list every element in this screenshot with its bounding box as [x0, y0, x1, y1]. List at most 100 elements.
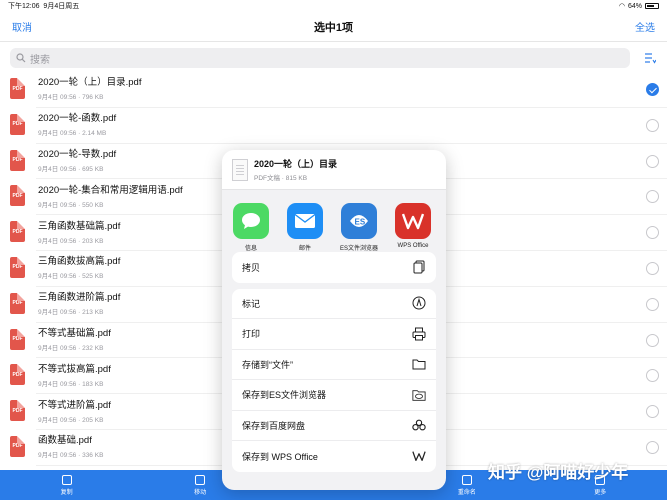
action-label: 拷贝: [242, 262, 261, 273]
share-file-header: 2020一轮（上）目录 PDF文稿 · 815 KB: [222, 150, 446, 190]
action-label: 保存到ES文件浏览器: [242, 390, 327, 401]
pdf-file-icon: PDF: [10, 435, 25, 457]
file-meta: 9月4日 09:56 · 336 KB: [38, 452, 104, 460]
baidu-icon: [412, 418, 426, 432]
status-time-date: 下午12:06 9月4日周五: [8, 1, 79, 11]
action-print[interactable]: 打印: [232, 319, 436, 350]
file-meta: 9月4日 09:56 · 183 KB: [38, 380, 104, 388]
rename-label: 重命名: [457, 489, 476, 496]
unselected-circle-icon[interactable]: [646, 297, 659, 311]
rename-icon: [461, 474, 472, 485]
unselected-circle-icon[interactable]: [646, 369, 659, 383]
sort-icon[interactable]: [643, 52, 657, 64]
share-file-subtitle: PDF文稿 · 815 KB: [254, 175, 308, 182]
unselected-circle-icon[interactable]: [646, 118, 659, 132]
unselected-circle-icon[interactable]: [646, 405, 659, 419]
pdf-file-icon: PDF: [10, 364, 25, 386]
select-all-button[interactable]: 全选: [635, 19, 655, 34]
action-label: 存储到“文件”: [242, 359, 293, 370]
copy-icon: [61, 474, 72, 485]
file-name: 函数基础.pdf: [38, 435, 92, 447]
move-label: 移动: [194, 489, 207, 496]
search-icon: [16, 53, 26, 63]
pdf-file-icon: PDF: [10, 149, 25, 171]
pdf-file-icon: PDF: [10, 400, 25, 422]
action-save-to-baidu[interactable]: 保存到百度网盘: [232, 411, 436, 441]
file-name: 不等式基础篇.pdf: [38, 327, 111, 339]
unselected-circle-icon[interactable]: [646, 261, 659, 275]
pdf-file-icon: PDF: [10, 78, 25, 99]
pdf-file-icon: PDF: [10, 292, 25, 314]
share-app-row: 信息 邮件 ES ES文件浏览器 WPS Office: [222, 190, 446, 252]
file-row[interactable]: PDF 2020一轮（上）目录.pdf 9月4日 09:56 · 796 KB: [10, 72, 667, 108]
share-actions-group: 标记 打印 存储到“文件” 保存到ES文件浏览器 保存到百度网盘 保存到 WPS…: [232, 288, 436, 472]
pdf-file-icon: PDF: [10, 221, 25, 243]
action-save-to-files[interactable]: 存储到“文件”: [232, 350, 436, 380]
status-bar: 下午12:06 9月4日周五 ◠ 64%: [0, 0, 667, 12]
selected-check-icon[interactable]: [646, 83, 659, 96]
file-name: 三角函数基础篇.pdf: [38, 220, 121, 232]
action-save-to-wps[interactable]: 保存到 WPS Office: [232, 441, 436, 472]
share-actions-group: 拷贝: [232, 252, 436, 283]
file-meta: 9月4日 09:56 · 796 KB: [38, 94, 104, 102]
battery-icon: [645, 3, 659, 9]
messages-icon: [233, 203, 269, 239]
es-save-icon: [412, 388, 426, 402]
wps-save-icon: [412, 449, 426, 463]
markup-icon: [412, 296, 426, 310]
copy-button[interactable]: 复制: [37, 474, 97, 496]
share-file-title: 2020一轮（上）目录: [254, 159, 338, 169]
share-app-messages[interactable]: 信息: [232, 203, 270, 252]
navigation-bar: 取消 选中1项 全选: [0, 12, 667, 42]
share-app-mail[interactable]: 邮件: [286, 203, 324, 252]
action-copy[interactable]: 拷贝: [232, 252, 436, 283]
print-icon: [412, 327, 426, 341]
action-label: 保存到 WPS Office: [242, 451, 318, 462]
search-placeholder: 搜索: [30, 54, 50, 66]
unselected-circle-icon[interactable]: [646, 333, 659, 347]
file-name: 三角函数拔高篇.pdf: [38, 256, 121, 268]
share-app-wps[interactable]: WPS Office: [394, 203, 432, 249]
watermark: 知乎 @阿喵好少年: [488, 463, 629, 482]
move-icon: [195, 474, 206, 485]
file-meta: 9月4日 09:56 · 205 KB: [38, 416, 104, 424]
file-meta: 9月4日 09:56 · 232 KB: [38, 344, 104, 352]
pdf-file-icon: PDF: [10, 328, 25, 350]
unselected-circle-icon[interactable]: [646, 226, 659, 240]
cancel-button[interactable]: 取消: [12, 19, 32, 34]
share-app-es[interactable]: ES ES文件浏览器: [340, 203, 378, 252]
file-meta: 9月4日 09:56 · 550 KB: [38, 201, 104, 209]
status-right: ◠ 64%: [619, 2, 659, 10]
app-label: 邮件: [298, 246, 311, 252]
file-meta: 9月4日 09:56 · 695 KB: [38, 165, 104, 173]
file-name: 2020一轮（上）目录.pdf: [38, 77, 142, 89]
file-name: 不等式拔高篇.pdf: [38, 363, 111, 375]
status-time: 下午12:06: [8, 3, 40, 10]
action-markup[interactable]: 标记: [232, 289, 436, 319]
share-sheet: 2020一轮（上）目录 PDF文稿 · 815 KB 信息 邮件 ES ES文件…: [222, 150, 446, 490]
action-label: 打印: [242, 329, 261, 340]
file-name: 三角函数进阶篇.pdf: [38, 292, 121, 304]
action-label: 标记: [242, 298, 261, 309]
wifi-icon: ◠: [618, 3, 625, 10]
pdf-file-icon: PDF: [10, 256, 25, 278]
file-name: 2020一轮-导数.pdf: [38, 148, 117, 160]
status-date: 9月4日周五: [43, 3, 80, 10]
file-name: 2020一轮-函数.pdf: [38, 113, 117, 125]
action-label: 保存到百度网盘: [242, 420, 306, 431]
action-save-to-es[interactable]: 保存到ES文件浏览器: [232, 380, 436, 411]
share-actions: 拷贝 标记 打印 存储到“文件” 保存到ES文件浏览器 保存到百度网盘 保存到 …: [222, 252, 446, 472]
file-meta: 9月4日 09:56 · 525 KB: [38, 273, 104, 281]
file-meta: 9月4日 09:56 · 213 KB: [38, 309, 104, 317]
unselected-circle-icon[interactable]: [646, 154, 659, 168]
app-label: 信息: [244, 246, 257, 252]
file-name: 不等式进阶篇.pdf: [38, 399, 111, 411]
file-row[interactable]: PDF 2020一轮-函数.pdf 9月4日 09:56 · 2.14 MB: [10, 108, 667, 144]
unselected-circle-icon[interactable]: [646, 440, 659, 454]
app-label: WPS Office: [397, 243, 429, 249]
unselected-circle-icon[interactable]: [646, 190, 659, 204]
battery-percent: 64%: [627, 2, 642, 10]
search-input[interactable]: 搜索: [10, 48, 630, 68]
pdf-file-icon: PDF: [10, 185, 25, 207]
file-meta: 9月4日 09:56 · 203 KB: [38, 237, 104, 245]
